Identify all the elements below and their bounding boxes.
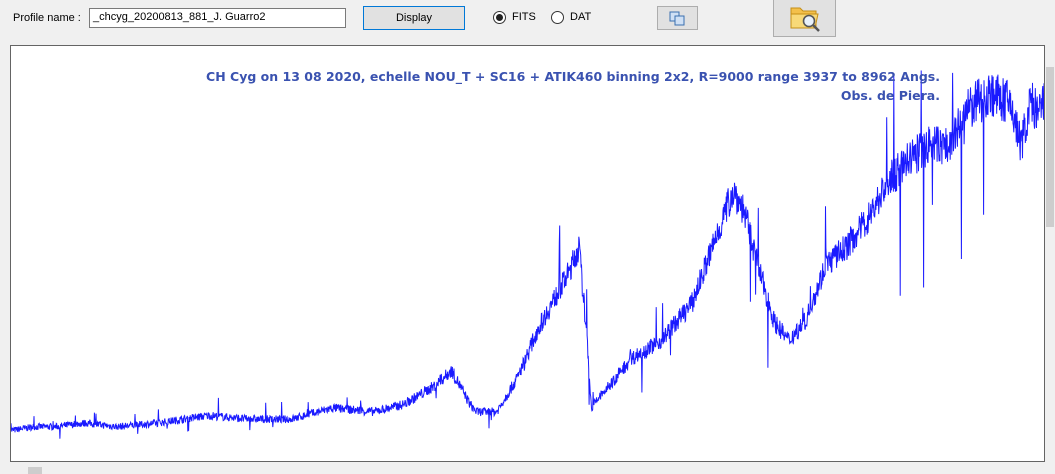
display-button[interactable]: Display [363, 6, 465, 30]
vertical-scrollbar[interactable] [1045, 45, 1055, 462]
spectrum-series [11, 70, 1044, 439]
dat-radio[interactable] [551, 11, 564, 24]
profile-name-input[interactable]: _chcyg_20200813_881_J. Guarro2 [89, 8, 346, 28]
chart-title-line1: CH Cyg on 13 08 2020, echelle NOU_T + SC… [206, 69, 940, 84]
copy-button[interactable] [657, 6, 698, 30]
spectrum-line [11, 70, 1044, 439]
chart-title: CH Cyg on 13 08 2020, echelle NOU_T + SC… [206, 67, 940, 105]
vertical-scrollbar-thumb[interactable] [1046, 67, 1054, 227]
toolbar: Profile name : _chcyg_20200813_881_J. Gu… [0, 0, 1055, 40]
spectrum-chart [11, 70, 1044, 439]
fits-radio-label: FITS [512, 11, 536, 23]
folder-search-icon [790, 7, 820, 32]
horizontal-scrollbar[interactable] [0, 463, 1055, 474]
spectrum-plot: CH Cyg on 13 08 2020, echelle NOU_T + SC… [10, 45, 1045, 462]
chart-title-line2: Obs. de Piera. [840, 88, 940, 103]
profile-name-label: Profile name : [13, 12, 81, 24]
copy-icon [669, 11, 685, 26]
horizontal-scrollbar-thumb[interactable] [28, 467, 42, 474]
open-folder-button[interactable] [773, 0, 836, 37]
fits-radio[interactable] [493, 11, 506, 24]
dat-radio-label: DAT [570, 11, 592, 23]
